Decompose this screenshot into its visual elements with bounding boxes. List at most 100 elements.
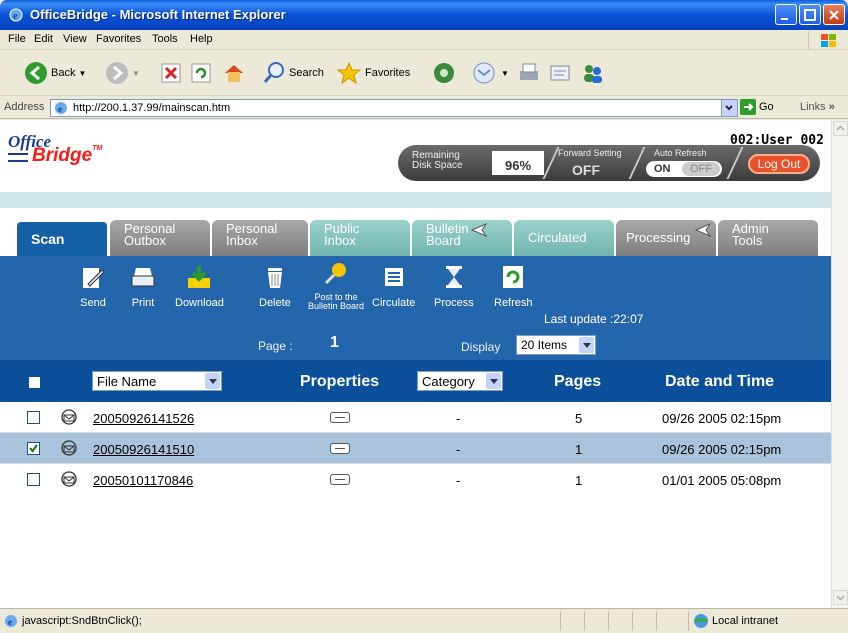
download-button[interactable]: Download bbox=[175, 264, 224, 309]
tab-public-inbox[interactable]: Public Inbox bbox=[310, 220, 410, 256]
favorites-button[interactable]: Favorites bbox=[336, 60, 410, 86]
send-button[interactable]: Send bbox=[80, 264, 106, 309]
scroll-up-button[interactable] bbox=[833, 121, 848, 136]
status-text: javascript:SndBtnClick(); bbox=[22, 615, 142, 627]
row-checkbox[interactable] bbox=[27, 473, 40, 486]
row-date: 09/26 2005 02:15pm bbox=[662, 411, 782, 426]
address-input[interactable]: e http://200.1.37.99/mainscan.htm bbox=[50, 99, 738, 117]
edit-button[interactable] bbox=[548, 60, 572, 86]
process-button[interactable]: Process bbox=[434, 264, 474, 309]
auto-refresh-on[interactable]: ON bbox=[654, 163, 671, 175]
mail-icon bbox=[473, 62, 495, 84]
intranet-globe-icon bbox=[694, 614, 708, 628]
status-separator bbox=[584, 612, 585, 631]
address-dropdown[interactable] bbox=[721, 100, 737, 116]
mail-button[interactable]: ▼ bbox=[472, 60, 509, 86]
auto-refresh-label: Auto Refresh bbox=[654, 148, 707, 158]
refresh-icon bbox=[503, 266, 524, 288]
print-browser-button[interactable] bbox=[517, 60, 541, 86]
filename-select[interactable]: File Name bbox=[92, 371, 222, 391]
send-icon bbox=[83, 268, 105, 288]
row-date: 01/01 2005 05:08pm bbox=[662, 473, 782, 488]
menu-file[interactable]: File bbox=[8, 33, 26, 45]
status-separator bbox=[632, 612, 633, 631]
forward-setting-label: Forward Setting bbox=[558, 148, 622, 158]
maximize-button[interactable] bbox=[799, 4, 821, 25]
row-date: 09/26 2005 02:15pm bbox=[662, 442, 782, 457]
minimize-button[interactable] bbox=[775, 4, 797, 25]
address-bar: Address e http://200.1.37.99/mainscan.ht… bbox=[0, 97, 848, 119]
refresh-button[interactable]: Refresh bbox=[494, 264, 533, 309]
tab-personal-inbox[interactable]: Personal Inbox bbox=[212, 220, 308, 256]
table-row[interactable]: 20050926141526 - 5 09/26 2005 02:15pm bbox=[0, 402, 831, 432]
file-link[interactable]: 20050926141510 bbox=[93, 442, 194, 457]
status-separator bbox=[688, 612, 689, 631]
page-icon: e bbox=[55, 102, 67, 114]
file-link[interactable]: 20050926141526 bbox=[93, 411, 194, 426]
display-label: Display bbox=[461, 340, 501, 354]
home-button[interactable] bbox=[222, 60, 246, 86]
row-pages: 1 bbox=[575, 442, 583, 457]
auto-refresh-off[interactable]: OFF bbox=[682, 162, 720, 176]
tab-circulated[interactable]: Circulated bbox=[514, 220, 614, 256]
row-pages: 5 bbox=[575, 411, 583, 426]
table-row[interactable]: 20050101170846 - 1 01/01 2005 05:08pm bbox=[0, 464, 831, 494]
media-button[interactable] bbox=[432, 60, 456, 86]
properties-icon[interactable] bbox=[330, 474, 350, 485]
page-label: Page : bbox=[258, 339, 293, 353]
post-bulletin-button[interactable]: Post to the Bulletin Board bbox=[308, 260, 364, 311]
tab-processing[interactable]: Processing bbox=[616, 220, 716, 256]
chevron-down-icon bbox=[486, 373, 501, 389]
stop-button[interactable] bbox=[160, 60, 182, 86]
row-category: - bbox=[456, 473, 461, 488]
file-link[interactable]: 20050101170846 bbox=[93, 473, 193, 488]
auto-refresh-toggle[interactable]: ON OFF bbox=[646, 161, 722, 177]
row-checkbox-checked[interactable] bbox=[27, 442, 40, 455]
forward-arrow-icon bbox=[106, 62, 128, 84]
display-select[interactable]: 20 Items bbox=[516, 335, 596, 355]
messenger-icon bbox=[584, 65, 602, 83]
tab-personal-outbox[interactable]: Personal Outbox bbox=[110, 220, 210, 256]
properties-icon[interactable] bbox=[330, 412, 350, 423]
menu-edit[interactable]: Edit bbox=[34, 33, 53, 45]
menu-view[interactable]: View bbox=[63, 33, 87, 45]
category-select[interactable]: Category bbox=[417, 371, 503, 391]
close-icon bbox=[829, 10, 839, 20]
chevron-down-icon bbox=[205, 373, 220, 389]
tab-admin-tools[interactable]: Admin Tools bbox=[718, 220, 818, 256]
panel-divider bbox=[542, 147, 560, 179]
zone-text: Local intranet bbox=[712, 615, 779, 627]
refresh-browser-button[interactable] bbox=[190, 60, 212, 86]
tab-scan[interactable]: Scan bbox=[15, 220, 109, 256]
edit-page-icon bbox=[550, 65, 570, 81]
search-button[interactable]: Search bbox=[262, 60, 324, 86]
print-button[interactable]: Print bbox=[130, 264, 156, 309]
chevron-down-icon bbox=[836, 595, 845, 601]
table-row[interactable]: 20050926141510 - 1 09/26 2005 02:15pm bbox=[0, 433, 831, 463]
minimize-icon bbox=[781, 18, 788, 20]
links-button[interactable]: Links » bbox=[800, 101, 835, 113]
row-pages: 1 bbox=[575, 473, 583, 488]
go-button[interactable]: Go bbox=[740, 99, 774, 115]
properties-icon[interactable] bbox=[330, 443, 350, 454]
refresh-icon bbox=[191, 63, 211, 83]
menu-favorites[interactable]: Favorites bbox=[96, 33, 141, 45]
row-checkbox[interactable] bbox=[27, 411, 40, 424]
status-bar: e javascript:SndBtnClick(); Local intran… bbox=[0, 608, 848, 633]
close-button[interactable] bbox=[823, 4, 845, 25]
delete-button[interactable]: Delete bbox=[259, 264, 291, 309]
messenger-button[interactable] bbox=[580, 60, 606, 86]
envelope-icon bbox=[61, 440, 77, 456]
address-url: http://200.1.37.99/mainscan.htm bbox=[73, 102, 231, 114]
vertical-scrollbar[interactable] bbox=[831, 120, 848, 608]
back-button[interactable]: Back ▼ bbox=[24, 60, 86, 86]
select-all-checkbox[interactable] bbox=[29, 377, 40, 388]
tab-bulletin-board[interactable]: Bulletin Board bbox=[412, 220, 512, 256]
ie-icon: e bbox=[9, 8, 23, 22]
logout-button[interactable]: Log Out bbox=[748, 154, 810, 174]
menu-help[interactable]: Help bbox=[190, 33, 213, 45]
forward-button[interactable]: ▼ bbox=[105, 60, 140, 86]
circulate-button[interactable]: Circulate bbox=[372, 264, 415, 309]
menu-tools[interactable]: Tools bbox=[152, 33, 178, 45]
scroll-down-button[interactable] bbox=[833, 590, 848, 605]
